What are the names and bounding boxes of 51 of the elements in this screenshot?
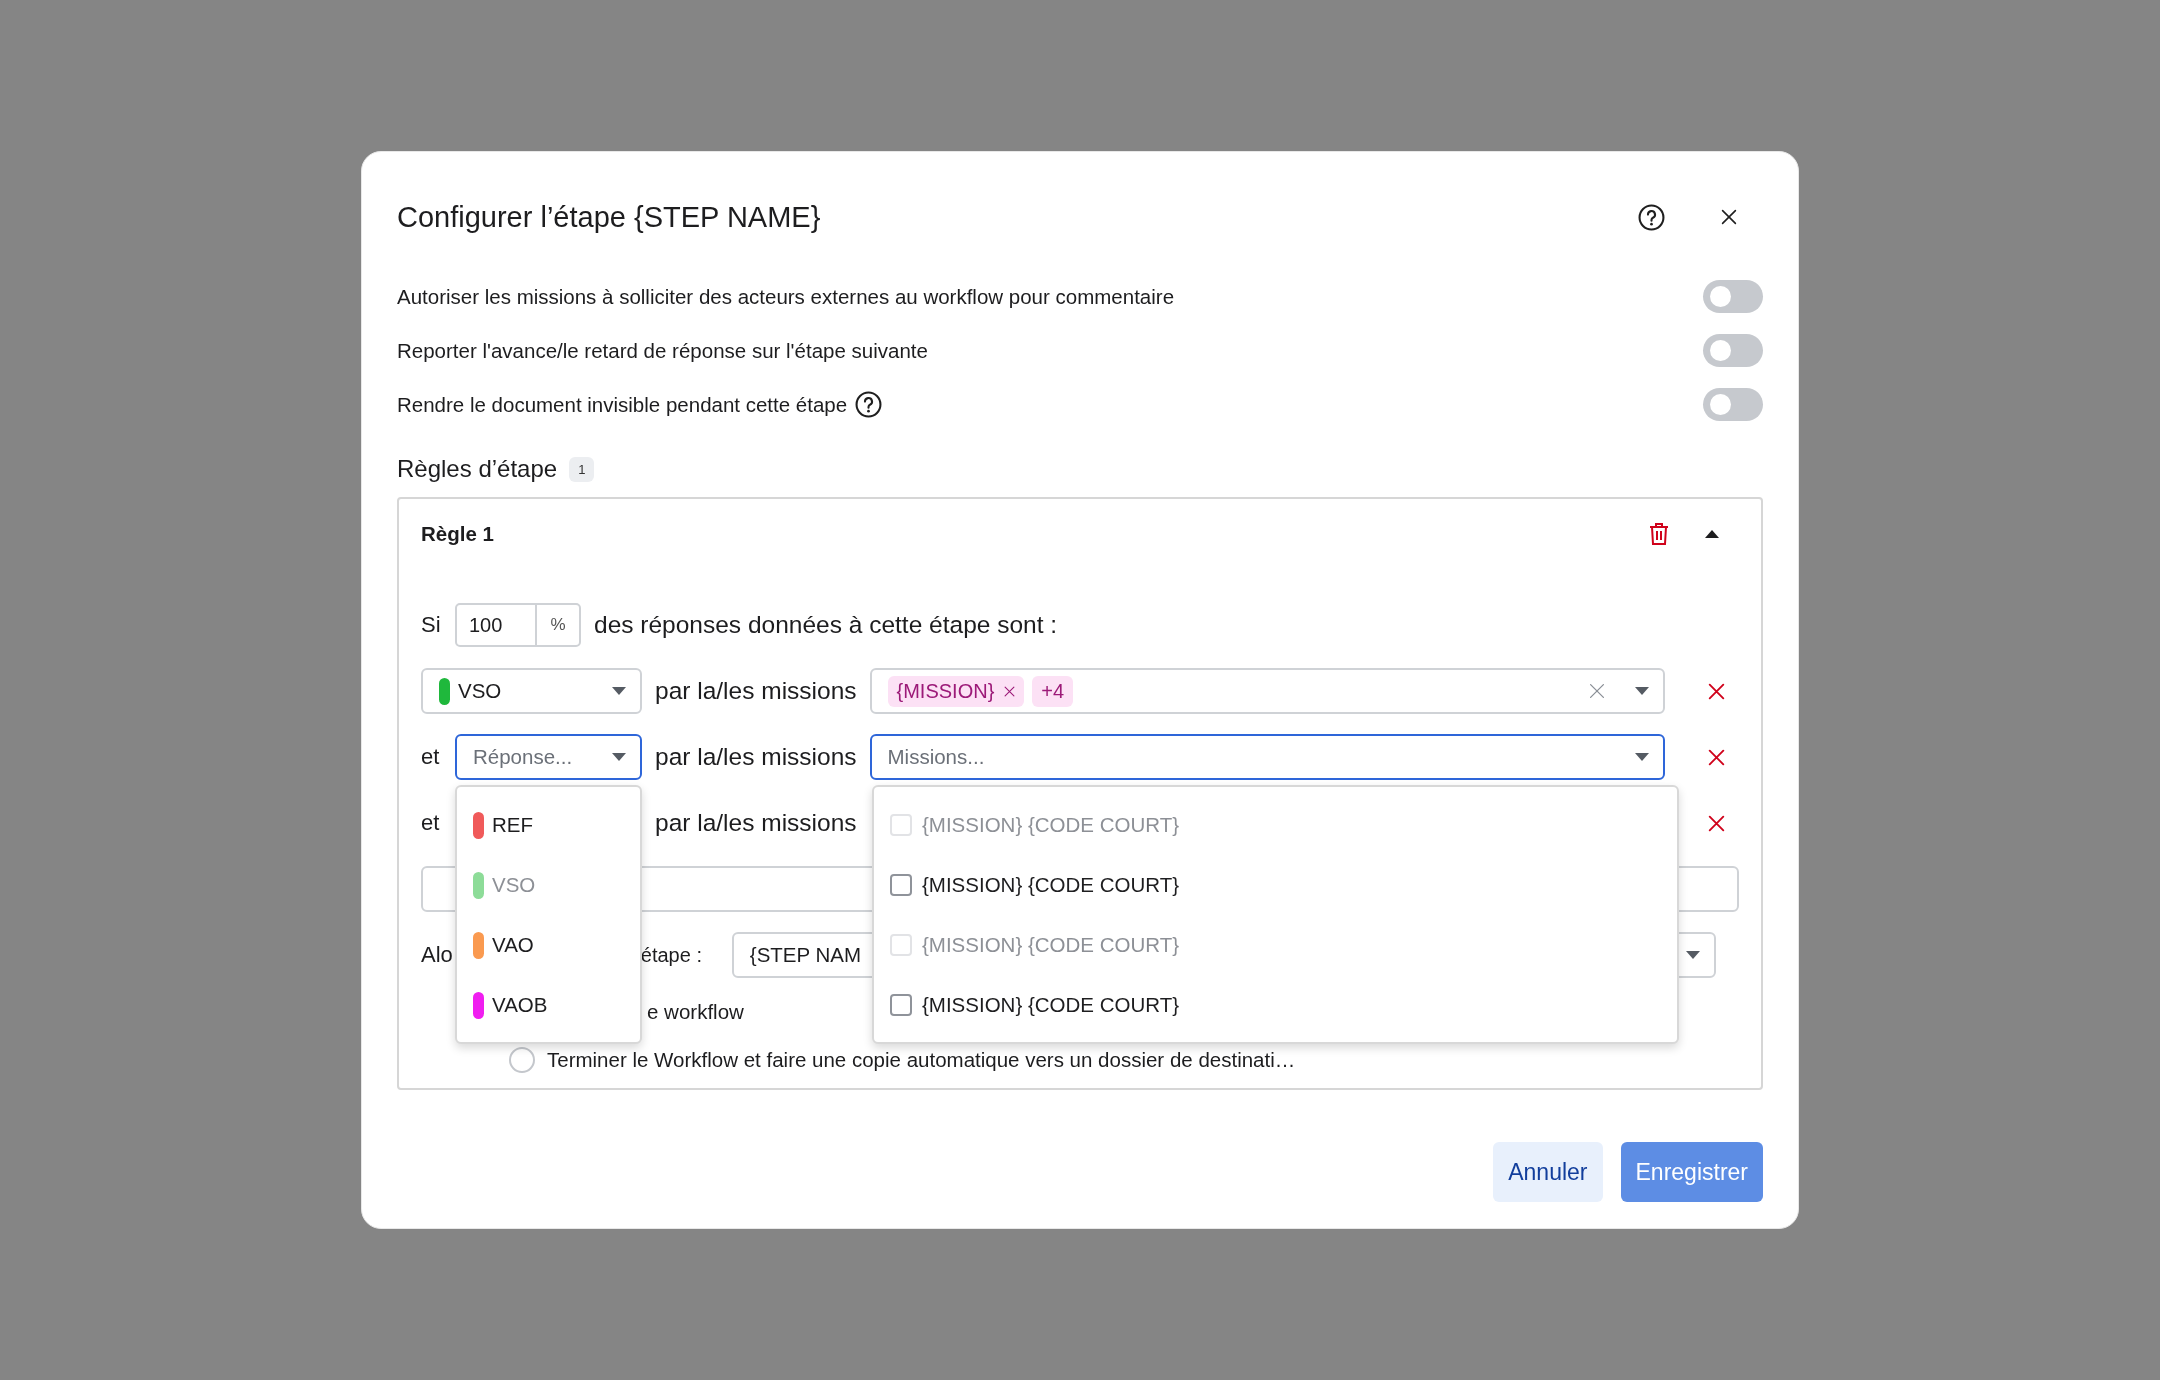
mission-tag: +4 (1032, 675, 1074, 707)
missions-label: par la/les missions (655, 809, 857, 837)
radio-label: e workflow (647, 1000, 744, 1024)
condition-label: Si (421, 612, 442, 638)
menu-item[interactable]: {MISSION} {CODE COURT} (874, 975, 1677, 1035)
close-icon[interactable] (1721, 209, 1737, 225)
missions-label: par la/les missions (655, 743, 857, 771)
menu-item[interactable]: VAO (457, 915, 640, 975)
condition-text: des réponses données à cette étape sont : (594, 611, 1058, 639)
connector-label: et (421, 810, 441, 836)
mission-tag: {MISSION} (887, 675, 1025, 707)
missions-select[interactable]: {MISSION} +4 (869, 668, 1665, 714)
caret-icon (612, 753, 626, 761)
toggle-switch[interactable] (1703, 280, 1763, 313)
option-label: Autoriser les missions à solliciter des acteurs externes au workflow pour commentaire (397, 284, 1175, 309)
checkbox[interactable] (890, 874, 912, 896)
rule-title: Règle 1 (421, 522, 495, 546)
dialog-title: Configurer l’étape {STEP NAME} (397, 200, 822, 234)
missions-select[interactable]: Missions... (869, 734, 1665, 780)
step-label: étape : (640, 943, 703, 967)
caret-icon (612, 687, 626, 695)
help-icon[interactable] (1638, 203, 1665, 231)
section-title: Règles d’étape (397, 455, 558, 483)
cancel-button[interactable]: Annuler (1493, 1142, 1603, 1202)
radio-label: Terminer le Workflow et faire une copie automatique vers un dossier de destinati… (547, 1048, 1296, 1072)
caret-icon (1635, 687, 1649, 695)
option-label: Rendre le document invisible pendant cette étape (397, 392, 848, 417)
caret-icon (1635, 753, 1649, 761)
connector-label: et (421, 744, 441, 770)
response-select[interactable]: VSO (421, 668, 642, 714)
clear-icon[interactable] (1589, 683, 1605, 699)
radio-button[interactable] (509, 1047, 535, 1073)
count-badge: 1 (569, 456, 595, 482)
option-label: Reporter l'avance/le retard de réponse sur l'étape suivante (397, 338, 928, 363)
remove-icon[interactable] (1708, 682, 1725, 700)
menu-item[interactable]: REF (457, 795, 640, 855)
toggle-switch[interactable] (1703, 388, 1763, 421)
remove-icon[interactable] (1708, 748, 1725, 766)
collapse-icon[interactable] (1705, 530, 1719, 538)
help-icon[interactable] (855, 391, 883, 418)
toggle-switch[interactable] (1703, 334, 1763, 367)
response-select[interactable]: Réponse... (455, 734, 642, 780)
menu-item[interactable]: VAOB (457, 975, 640, 1035)
then-label: Alo (421, 942, 453, 968)
remove-icon[interactable] (1708, 814, 1725, 832)
percent-field[interactable]: 100 % (455, 603, 581, 647)
trash-icon[interactable] (1649, 522, 1669, 546)
caret-icon (1686, 951, 1700, 959)
checkbox[interactable] (890, 994, 912, 1016)
missions-label: par la/les missions (655, 677, 857, 705)
menu-item[interactable]: {MISSION} {CODE COURT} (874, 855, 1677, 915)
